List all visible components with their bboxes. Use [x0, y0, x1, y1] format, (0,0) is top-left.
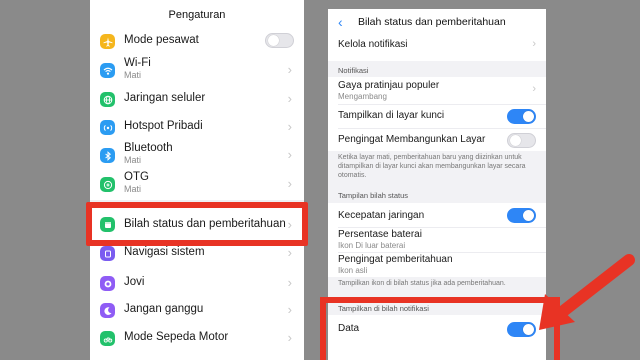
settings-item-airplane-mode[interactable]: Mode pesawat: [90, 30, 304, 52]
page-title: Pengaturan: [168, 9, 226, 21]
pengingat-pemberitahuan-row[interactable]: Pengingat pemberitahuan Ikon asli: [328, 253, 546, 277]
settings-item-label: Jovi: [124, 276, 145, 288]
settings-item-label: Mode pesawat: [124, 34, 199, 46]
kelola-notifikasi-row[interactable]: Kelola notifikasi ›: [328, 35, 546, 59]
chevron-right-icon: ›: [287, 330, 292, 345]
settings-item-label: Wi-Fi: [124, 57, 151, 69]
settings-item-label: Hotspot Pribadi: [124, 120, 203, 132]
settings-item-jovi[interactable]: Jovi ›: [90, 272, 304, 294]
globe-icon: [100, 92, 115, 107]
back-arrow-icon[interactable]: ‹: [338, 14, 343, 30]
chevron-right-icon: ›: [287, 245, 292, 260]
row-label: Kecepatan jaringan: [338, 210, 425, 221]
row-label: Pengingat pemberitahuan: [338, 254, 453, 265]
settings-item-label: Navigasi sistem: [124, 246, 205, 258]
navigation-icon: [100, 246, 115, 261]
note-text: Tampilkan ikon di bilah status jika ada …: [338, 280, 506, 287]
chevron-right-icon: ›: [532, 38, 536, 50]
settings-item-system-navigation[interactable]: Navigasi sistem ›: [90, 243, 304, 263]
settings-item-label: Mode Sepeda Motor: [124, 331, 229, 343]
tampilkan-layar-kunci-row[interactable]: Tampilkan di layar kunci: [328, 105, 546, 127]
network-speed-toggle[interactable]: [507, 208, 536, 223]
row-label: Kelola notifikasi: [338, 39, 408, 50]
row-label: Persentase baterai: [338, 229, 422, 240]
settings-item-sub: Mati: [124, 184, 142, 194]
settings-item-hotspot[interactable]: Hotspot Pribadi ›: [90, 116, 304, 138]
persentase-baterai-row[interactable]: Persentase baterai Ikon Di luar baterai: [328, 228, 546, 252]
airplane-mode-toggle[interactable]: [265, 33, 294, 48]
chevron-right-icon: ›: [287, 91, 292, 106]
chevron-right-icon: ›: [287, 176, 292, 191]
settings-panel: Pengaturan Mode pesawat Wi-Fi Mati › Jar…: [90, 0, 304, 360]
settings-item-mobile-network[interactable]: Jaringan seluler ›: [90, 88, 304, 110]
row-sub: Mengambang: [338, 92, 387, 101]
airplane-icon: [100, 34, 115, 49]
settings-item-wifi[interactable]: Wi-Fi Mati ›: [90, 56, 304, 84]
settings-item-label: Bluetooth: [124, 142, 173, 154]
chevron-right-icon: ›: [287, 275, 292, 290]
row-sub: Ikon asli: [338, 266, 368, 275]
settings-item-label: Jangan ganggu: [124, 303, 204, 315]
settings-item-label: Jaringan seluler: [124, 92, 206, 104]
settings-item-sub: Mati: [124, 155, 142, 165]
header: ‹ Bilah status dan pemberitahuan: [328, 9, 546, 35]
settings-item-motorcycle-mode[interactable]: Mode Sepeda Motor ›: [90, 327, 304, 349]
highlight-box: [86, 202, 308, 246]
chevron-right-icon: ›: [287, 147, 292, 162]
pengingat-layar-row[interactable]: Pengingat Membangunkan Layar: [328, 129, 546, 151]
note-block: Ketika layar mati, pemberitahuan baru ya…: [328, 151, 546, 187]
section-header: Tampilan bilah status: [328, 187, 546, 203]
row-label: Pengingat Membangunkan Layar: [338, 134, 486, 145]
note-text: Ketika layar mati, pemberitahuan baru ya…: [338, 154, 526, 179]
lock-screen-toggle[interactable]: [507, 109, 536, 124]
bluetooth-icon: [100, 148, 115, 163]
row-label: Tampilkan di layar kunci: [338, 110, 445, 121]
highlight-box: [320, 297, 560, 360]
gaya-pratinjau-row[interactable]: Gaya pratinjau populer Mengambang ›: [328, 77, 546, 103]
kecepatan-jaringan-row[interactable]: Kecepatan jaringan: [328, 205, 546, 227]
motorcycle-icon: [100, 331, 115, 346]
section-title: Notifikasi: [338, 66, 369, 75]
settings-item-label: OTG: [124, 171, 149, 183]
chevron-right-icon: ›: [287, 119, 292, 134]
section-header: Notifikasi: [328, 61, 546, 77]
wake-screen-toggle[interactable]: [507, 133, 536, 148]
settings-item-bluetooth[interactable]: Bluetooth Mati ›: [90, 141, 304, 169]
row-sub: Ikon Di luar baterai: [338, 241, 406, 250]
settings-item-do-not-disturb[interactable]: Jangan ganggu ›: [90, 299, 304, 321]
jovi-icon: [100, 276, 115, 291]
row-label: Gaya pratinjau populer: [338, 80, 440, 91]
red-arrow-icon: [539, 254, 635, 330]
hotspot-icon: [100, 120, 115, 135]
section-title: Tampilan bilah status: [338, 191, 409, 200]
settings-item-otg[interactable]: OTG Mati ›: [90, 170, 304, 198]
moon-icon: [100, 303, 115, 318]
chevron-right-icon: ›: [287, 302, 292, 317]
settings-item-sub: Mati: [124, 70, 142, 80]
chevron-right-icon: ›: [532, 83, 536, 95]
otg-icon: [100, 177, 115, 192]
chevron-right-icon: ›: [287, 62, 292, 77]
wifi-icon: [100, 63, 115, 78]
page-title: Bilah status dan pemberitahuan: [358, 16, 506, 28]
